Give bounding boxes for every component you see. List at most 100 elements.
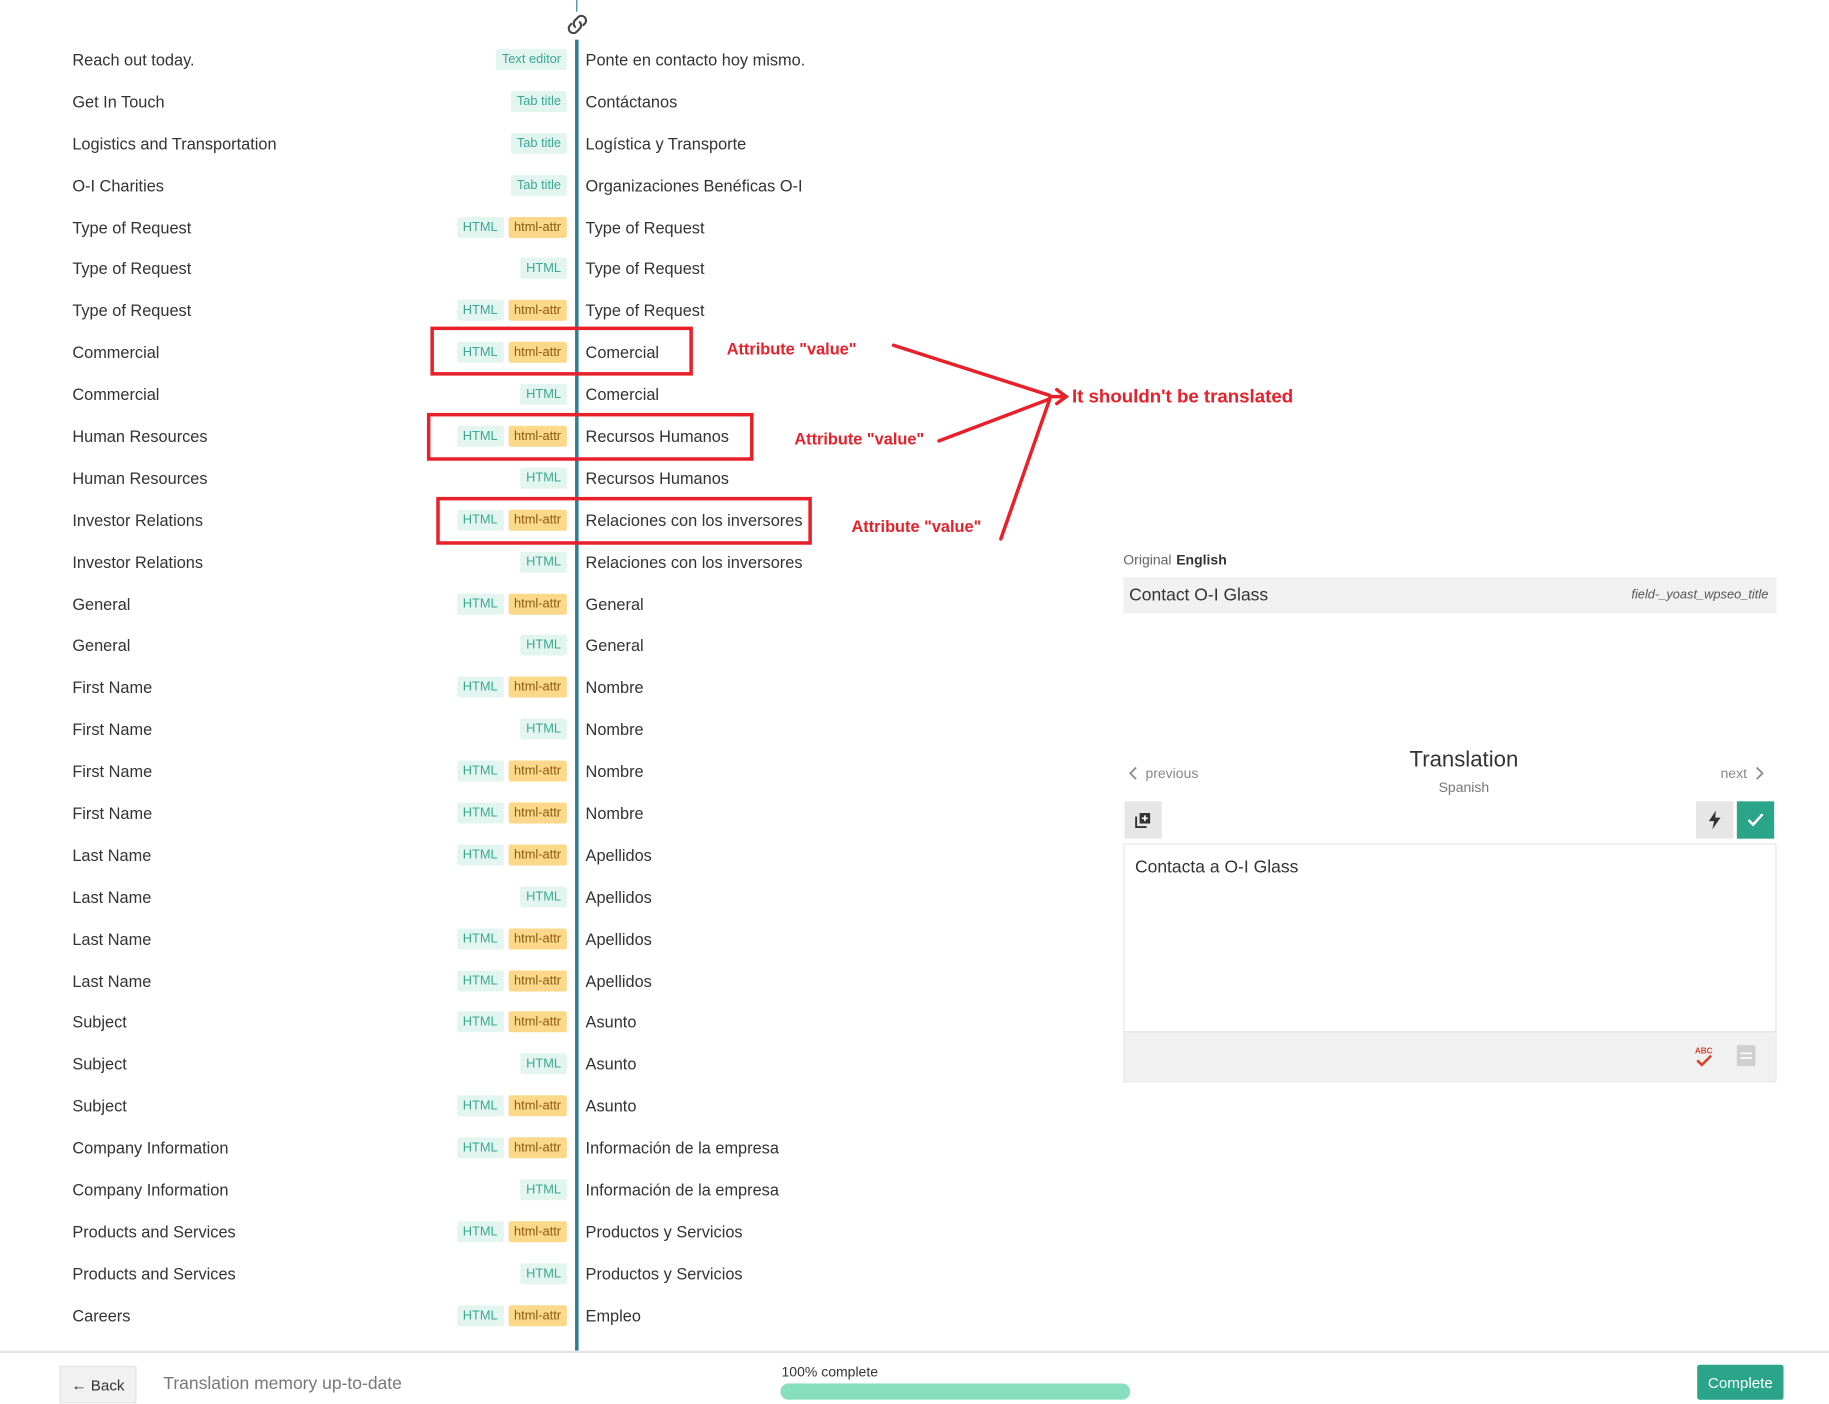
string-row[interactable]: First Name HTML html-attr Nombre [0,793,887,835]
target-text[interactable]: Apellidos [586,971,652,990]
link-icon[interactable] [563,10,591,38]
target-text[interactable]: Apellidos [586,846,652,865]
string-row[interactable]: General HTML General [0,626,887,668]
target-text[interactable]: Asunto [586,1097,637,1116]
row-tags: HTML html-attr [456,1137,567,1159]
translation-editor[interactable]: Contacta a O-I Glass ABC [1123,843,1777,1083]
row-tags: HTML html-attr [456,300,567,322]
source-text: O-I Charities [72,175,164,195]
string-row[interactable]: Subject HTML Asunto [0,1044,887,1086]
string-row[interactable]: Products and Services HTML Productos y Ser… [0,1254,887,1296]
row-tags: HTML html-attr [456,1095,567,1117]
row-tags: HTML [520,258,567,280]
previous-button[interactable]: previous [1129,765,1198,782]
string-row[interactable]: Commercial HTML Comercial [0,375,887,417]
string-row[interactable]: First Name HTML Nombre [0,709,887,751]
target-text[interactable]: Nombre [586,762,644,781]
copy-original-button[interactable] [1124,801,1162,839]
target-text[interactable]: Productos y Servicios [586,1222,743,1241]
string-row[interactable]: Last Name HTML html-attr Apellidos [0,835,887,877]
type-badge: HTML [520,1053,567,1075]
string-row[interactable]: O-I Charities Tab title Organizaciones Ben… [0,165,887,207]
target-text[interactable]: Productos y Servicios [586,1264,743,1283]
translation-text[interactable]: Contacta a O-I Glass [1135,857,1298,877]
string-row[interactable]: Last Name HTML html-attr Apellidos [0,961,887,1003]
string-row[interactable]: Products and Services HTML html-attr Produc… [0,1212,887,1254]
target-text[interactable]: Organizaciones Benéficas O-I [586,176,803,195]
string-row[interactable]: Subject HTML html-attr Asunto [0,1003,887,1045]
translation-title: Translation [1409,747,1519,773]
type-badge: HTML [456,760,504,782]
target-text[interactable]: Apellidos [586,887,652,906]
string-list: Reach out today. Text editor Ponte en cont… [0,40,887,1338]
progress-fill [780,1383,1131,1400]
confirm-translation-button[interactable] [1736,801,1775,839]
target-text[interactable]: Asunto [586,1055,637,1074]
string-row[interactable]: First Name HTML html-attr Nombre [0,751,887,793]
complete-button[interactable]: Complete [1697,1364,1784,1400]
target-text[interactable]: Apellidos [586,929,652,948]
type-badge: HTML [456,1095,504,1117]
target-text[interactable]: Información de la empresa [586,1181,779,1200]
string-row[interactable]: Subject HTML html-attr Asunto [0,1086,887,1128]
target-text[interactable]: Empleo [586,1306,641,1325]
string-row[interactable]: Investor Relations HTML Relaciones con los… [0,542,887,584]
string-row[interactable]: Company Information HTML Información de la… [0,1170,887,1212]
string-row[interactable]: First Name HTML html-attr Nombre [0,668,887,710]
type-badge: Text editor [496,48,567,70]
string-row[interactable]: Reach out today. Text editor Ponte en cont… [0,40,887,82]
type-badge: HTML [456,216,504,238]
string-row[interactable]: Get In Touch Tab title Contáctanos [0,82,887,124]
html-attr-badge: html-attr [508,1304,567,1326]
target-text[interactable]: Nombre [586,678,644,697]
machine-translate-button[interactable] [1696,801,1734,839]
next-label: next [1720,765,1747,782]
original-language: English [1176,551,1227,569]
html-attr-badge: html-attr [508,1137,567,1159]
target-text[interactable]: Type of Request [586,301,705,320]
target-text[interactable]: Contáctanos [586,92,678,111]
html-attr-badge: html-attr [508,1011,567,1033]
string-row[interactable]: Last Name HTML Apellidos [0,877,887,919]
string-row[interactable]: General HTML html-attr General [0,584,887,626]
string-row[interactable]: Last Name HTML html-attr Apellidos [0,919,887,961]
string-row[interactable]: Careers HTML html-attr Empleo [0,1296,887,1338]
source-text: Reach out today. [72,50,195,69]
target-text[interactable]: Relaciones con los inversores [586,553,803,572]
next-button[interactable]: next [1720,765,1764,782]
annotation-label-1: Attribute "value" [726,339,857,359]
annotation-box-investor-relations [436,496,812,545]
target-text[interactable]: Nombre [586,804,644,823]
string-row[interactable]: Company Information HTML html-attr Informac… [0,1128,887,1170]
string-row[interactable]: Logistics and Transportation Tab title Log… [0,123,887,165]
target-text[interactable]: Ponte en contacto hoy mismo. [586,50,806,69]
string-row[interactable]: Type of Request HTML html-attr Type of Requ… [0,207,887,249]
target-text[interactable]: Type of Request [586,259,705,278]
row-tags: HTML [520,467,567,489]
back-button[interactable]: ← Back [59,1365,137,1404]
string-row[interactable]: Type of Request HTML Type of Request [0,249,887,291]
html-attr-badge: html-attr [508,928,567,950]
html-attr-badge: html-attr [508,593,567,615]
target-text[interactable]: Recursos Humanos [586,469,729,488]
spellcheck-icon[interactable]: ABC [1693,1044,1716,1070]
type-badge: HTML [520,635,567,657]
target-text[interactable]: Nombre [586,720,644,739]
string-row[interactable]: Human Resources HTML Recursos Humanos [0,458,887,500]
target-text[interactable]: Información de la empresa [586,1139,779,1158]
divider-top [576,0,578,12]
lightning-icon [1708,810,1721,830]
target-text[interactable]: General [586,594,644,613]
svg-text:ABC: ABC [1695,1046,1713,1055]
html-attr-badge: html-attr [508,1095,567,1117]
translation-editor-footer: ABC [1124,1031,1776,1082]
glossary-icon[interactable] [1736,1044,1757,1067]
row-tags: HTML html-attr [456,760,567,782]
target-text[interactable]: Logística y Transporte [586,134,747,153]
row-tags: HTML html-attr [456,216,567,238]
target-text[interactable]: General [586,636,644,655]
target-text[interactable]: Asunto [586,1013,637,1032]
target-text[interactable]: Type of Request [586,218,705,237]
target-text[interactable]: Comercial [586,385,660,404]
bottom-bar: ← Back Translation memory up-to-date 100… [0,1350,1829,1404]
